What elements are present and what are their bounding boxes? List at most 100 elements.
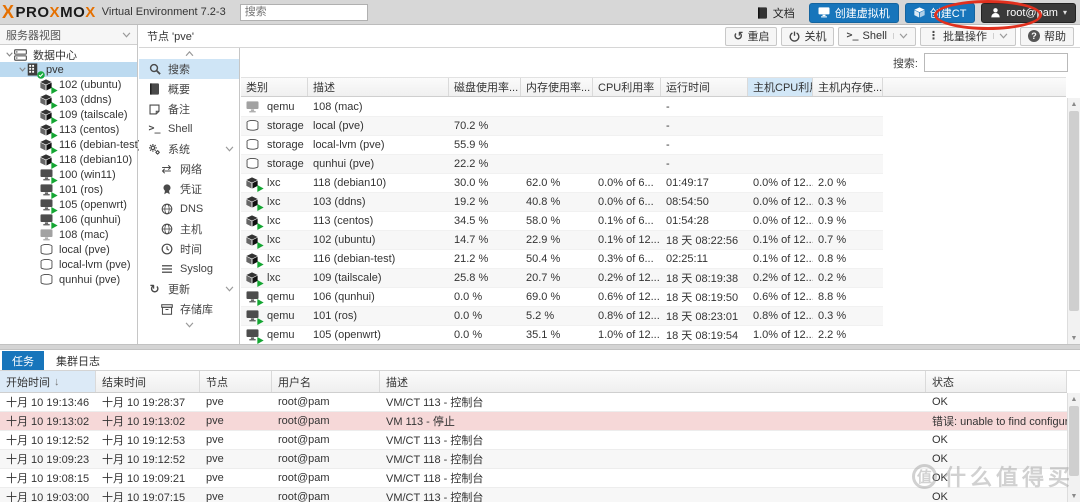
tree-item-storage-qunhui[interactable]: qunhui (pve): [0, 272, 137, 287]
resource-row-102-ubuntu-[interactable]: lxc102 (ubuntu)14.7 %22.9 %0.1% of 12...…: [241, 231, 883, 250]
nav-item-updates[interactable]: ↻更新: [139, 279, 239, 299]
resource-row-106-qunhui-[interactable]: qemu106 (qunhui)0.0 %69.0 %0.6% of 12...…: [241, 288, 883, 307]
resource-row-101-ros-[interactable]: qemu101 (ros)0.0 %5.2 %0.8% of 12...18 天…: [241, 307, 883, 326]
shutdown-button[interactable]: 关机: [781, 27, 834, 46]
tasks-scrollbar[interactable]: ▲ ▼: [1067, 393, 1080, 502]
task-row-error[interactable]: 十月 10 19:13:02十月 10 19:13:02pveroot@pamV…: [0, 412, 1067, 431]
resource-row-qunhui-pve-[interactable]: storagequnhui (pve)22.2 %-: [241, 155, 883, 174]
nav-item-dns[interactable]: DNS: [139, 199, 239, 219]
scroll-up-arrow[interactable]: ▲: [1068, 393, 1080, 405]
nav-item-summary[interactable]: 概要: [139, 79, 239, 99]
view-selector[interactable]: 服务器视图: [0, 25, 137, 45]
task-row[interactable]: 十月 10 19:08:15十月 10 19:09:21pveroot@pamV…: [0, 469, 1067, 488]
tab-tasks[interactable]: 任务: [2, 351, 44, 370]
clock-icon: [159, 243, 174, 255]
task-row[interactable]: 十月 10 19:13:46十月 10 19:28:37pveroot@pamV…: [0, 393, 1067, 412]
task-row[interactable]: 十月 10 19:03:00十月 10 19:07:15pveroot@pamV…: [0, 488, 1067, 502]
shell-button[interactable]: >_Shell: [838, 27, 916, 46]
tree-item-ct-103[interactable]: 103 (ddns): [0, 92, 137, 107]
collapse-arrow-icon[interactable]: [225, 146, 234, 152]
table-scrollbar[interactable]: ▲ ▼: [1067, 98, 1080, 344]
column-header-hostcpu[interactable]: 主机CPU利用率: [748, 78, 813, 96]
bulk-actions-button[interactable]: ⋮批量操作: [920, 27, 1016, 46]
cell-type: qemu: [241, 307, 308, 325]
cell-text: 35.1 %: [526, 329, 560, 341]
nav-item-time[interactable]: 时间: [139, 239, 239, 259]
resource-row-local-pve-[interactable]: storagelocal (pve)70.2 %-: [241, 117, 883, 136]
user-menu-button[interactable]: root@pam▾: [981, 3, 1076, 23]
tree-item-datacenter[interactable]: 数据中心: [0, 47, 137, 62]
task-column-header-status[interactable]: 状态: [926, 371, 1067, 392]
task-column-header-end[interactable]: 结束时间: [96, 371, 200, 392]
resource-row-109-tailscale-[interactable]: lxc109 (tailscale)25.8 %20.7 %0.2% of 12…: [241, 269, 883, 288]
scroll-thumb[interactable]: [1069, 406, 1079, 476]
column-header-desc[interactable]: 描述: [308, 78, 449, 96]
task-row[interactable]: 十月 10 19:12:52十月 10 19:12:53pveroot@pamV…: [0, 431, 1067, 450]
cell-desc: 101 (ros): [308, 307, 449, 325]
top-bar: X PROXMOX Virtual Environment 7.2-3 文档创建…: [0, 0, 1080, 25]
docs-button[interactable]: 文档: [749, 3, 803, 23]
create-vm-button[interactable]: 创建虚拟机: [809, 3, 899, 23]
expand-arrow-icon[interactable]: [4, 52, 14, 57]
resource-row-113-centos-[interactable]: lxc113 (centos)34.5 %58.0 %0.1% of 6...0…: [241, 212, 883, 231]
nav-item-search[interactable]: 搜索: [139, 59, 239, 79]
tree-item-ct-118[interactable]: 118 (debian10): [0, 152, 137, 167]
nav-item-syslog[interactable]: Syslog: [139, 259, 239, 279]
nav-item-shell[interactable]: >_Shell: [139, 119, 239, 139]
create-ct-button[interactable]: 创建CT: [905, 3, 976, 23]
tree-item-ct-102[interactable]: 102 (ubuntu): [0, 77, 137, 92]
tree-item-ct-113[interactable]: 113 (centos): [0, 122, 137, 137]
tree-item-storage-local-lvm[interactable]: local-lvm (pve): [0, 257, 137, 272]
task-column-header-start[interactable]: 开始时间↓: [0, 371, 96, 392]
panel-search-input[interactable]: [924, 53, 1068, 72]
column-header-hostmem[interactable]: 主机内存使...: [813, 78, 883, 96]
task-column-header-desc[interactable]: 描述: [380, 371, 926, 392]
resource-row-118-debian10-[interactable]: lxc118 (debian10)30.0 %62.0 %0.0% of 6..…: [241, 174, 883, 193]
column-header-cpu[interactable]: CPU利用率: [593, 78, 661, 96]
tree-item-storage-local[interactable]: local (pve): [0, 242, 137, 257]
scroll-down-arrow[interactable]: ▼: [1068, 332, 1080, 344]
column-header-uptime[interactable]: 运行时间: [661, 78, 748, 96]
task-row[interactable]: 十月 10 19:09:23十月 10 19:12:52pveroot@pamV…: [0, 450, 1067, 469]
resource-row-local-lvm-pve-[interactable]: storagelocal-lvm (pve)55.9 %-: [241, 136, 883, 155]
nav-scroll-down[interactable]: [139, 319, 239, 330]
nav-item-network[interactable]: ⇄网络: [139, 159, 239, 179]
tab-cluster-log[interactable]: 集群日志: [46, 351, 110, 370]
help-button[interactable]: ?帮助: [1020, 27, 1074, 46]
nav-item-hosts[interactable]: 主机: [139, 219, 239, 239]
resource-row-103-ddns-[interactable]: lxc103 (ddns)19.2 %40.8 %0.0% of 6...08:…: [241, 193, 883, 212]
resource-row-108-mac-[interactable]: qemu108 (mac)-: [241, 98, 883, 117]
nav-item-label: 搜索: [168, 61, 190, 77]
tree-item-vm-101[interactable]: 101 (ros): [0, 182, 137, 197]
tree-item-vm-106[interactable]: 106 (qunhui): [0, 212, 137, 227]
scroll-up-arrow[interactable]: ▲: [1068, 98, 1080, 110]
cell-hostmem: 0.9 %: [813, 212, 883, 230]
tree-item-vm-100[interactable]: 100 (win11): [0, 167, 137, 182]
tree-item-node-pve[interactable]: pve: [0, 62, 137, 77]
column-header-type[interactable]: 类别: [241, 78, 308, 96]
nav-scroll-up[interactable]: [139, 48, 239, 59]
resource-row-116-debian-test-[interactable]: lxc116 (debian-test)21.2 %50.4 %0.3% of …: [241, 250, 883, 269]
column-header-disk[interactable]: 磁盘使用率...: [449, 78, 521, 96]
task-column-header-user[interactable]: 用户名: [272, 371, 380, 392]
task-column-header-node[interactable]: 节点: [200, 371, 272, 392]
scroll-down-arrow[interactable]: ▼: [1068, 490, 1080, 502]
restart-button[interactable]: ↺重启: [725, 27, 777, 46]
nav-item-repositories[interactable]: 存储库: [139, 299, 239, 319]
tree-item-label: 105 (openwrt): [59, 199, 127, 211]
column-header-mem[interactable]: 内存使用率...: [521, 78, 593, 96]
scroll-thumb[interactable]: [1069, 111, 1079, 311]
tree-item-ct-109[interactable]: 109 (tailscale): [0, 107, 137, 122]
resource-row-105-openwrt-[interactable]: qemu105 (openwrt)0.0 %35.1 %1.0% of 12..…: [241, 326, 883, 345]
tree-item-vm-108[interactable]: 108 (mac): [0, 227, 137, 242]
nav-item-certificates[interactable]: 凭证: [139, 179, 239, 199]
cell-hostmem: 0.3 %: [813, 307, 883, 325]
nav-item-notes[interactable]: 备注: [139, 99, 239, 119]
nav-item-system[interactable]: 系统: [139, 139, 239, 159]
collapse-arrow-icon[interactable]: [225, 286, 234, 292]
tree-item-ct-116[interactable]: 116 (debian-test): [0, 137, 137, 152]
global-search-input[interactable]: [240, 4, 368, 21]
task-cell-start: 十月 10 19:09:23: [0, 450, 96, 468]
tree-item-vm-105[interactable]: 105 (openwrt): [0, 197, 137, 212]
expand-arrow-icon[interactable]: [17, 67, 27, 72]
